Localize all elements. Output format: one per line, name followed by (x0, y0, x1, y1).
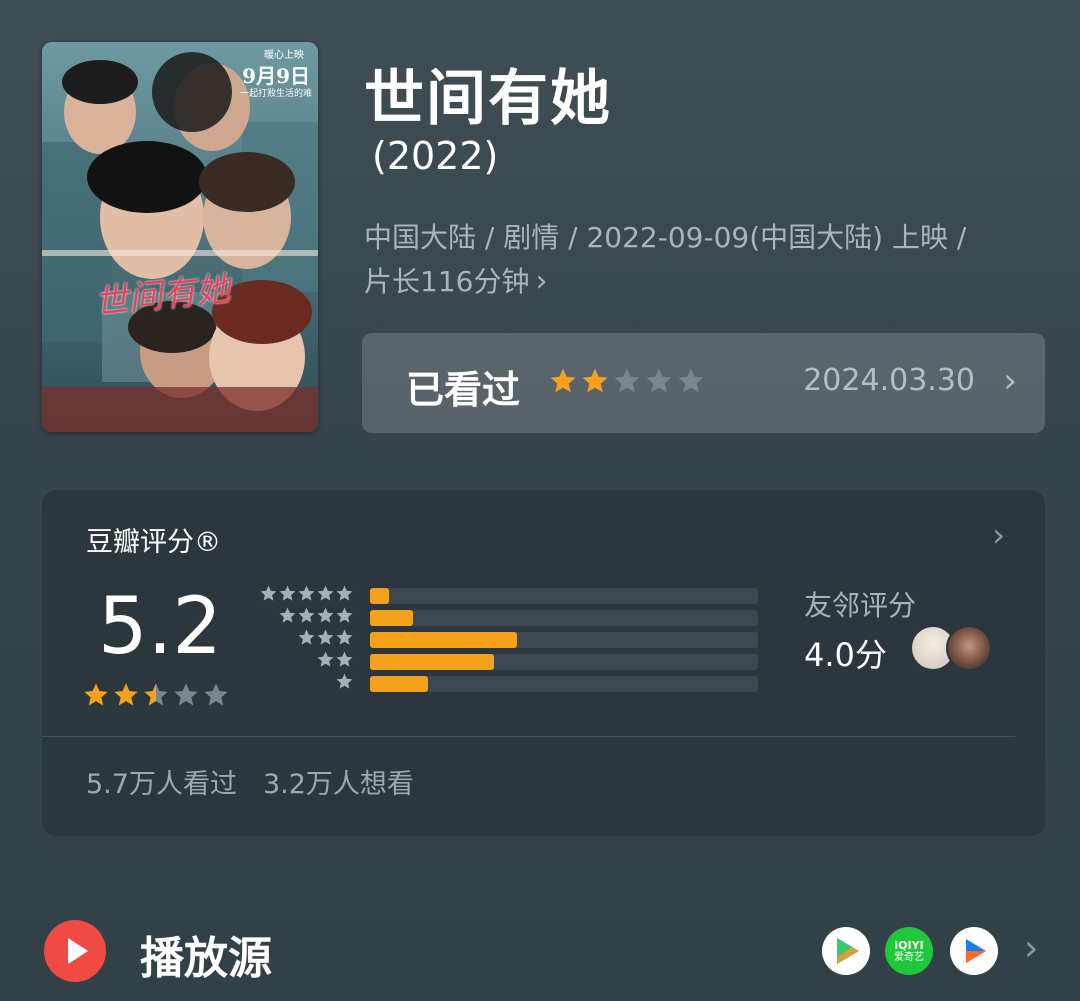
star-icon (114, 683, 138, 706)
watched-count: 5.7万人看过 (86, 769, 237, 800)
meta-line-1: 中国大陆 / 剧情 / 2022-09-09(中国大陆) 上映 / (364, 221, 967, 254)
youku-icon[interactable] (950, 927, 998, 975)
star-icon (174, 683, 198, 706)
star-icon (582, 368, 608, 393)
star-icon (317, 651, 334, 667)
rating-row-3 (258, 628, 758, 650)
rating-row-4 (258, 606, 758, 628)
friends-rating-value: 4.0分 (804, 636, 887, 674)
poster-art (42, 42, 318, 432)
rating-row-5 (258, 584, 758, 606)
star-icon (678, 368, 704, 393)
meta-line-2-wrap: 片长116分钟 › (364, 260, 1044, 304)
movie-title: 世间有她 (364, 64, 612, 134)
rating-row-2 (258, 650, 758, 672)
rating-bar-track (370, 676, 758, 692)
row-stars (254, 628, 354, 651)
tencent-video-icon[interactable] (822, 927, 870, 975)
rating-bar-fill (370, 654, 495, 670)
douban-score: 5.2 (98, 582, 223, 672)
rating-counts: 5.7万人看过 3.2万人想看 (86, 762, 414, 801)
star-icon (336, 585, 353, 601)
star-icon (298, 629, 315, 645)
iqiyi-icon[interactable]: iQIYI 爱奇艺 (885, 927, 933, 975)
star-icon (336, 607, 353, 623)
release-badge-date: 9月9日 (242, 64, 310, 88)
douban-rating-card[interactable]: 豆瓣评分® › 5.2 友邻评分 4.0分 5.7万人看过 3.2万人想看 (42, 490, 1045, 836)
star-icon (336, 673, 353, 689)
rating-bar-track (370, 588, 758, 604)
star-icon (317, 585, 334, 601)
row-stars (254, 672, 354, 695)
star-icon (317, 629, 334, 645)
row-stars (254, 584, 354, 607)
friends-rating-label: 友邻评分 (804, 589, 917, 622)
star-icon (84, 683, 108, 706)
movie-poster[interactable]: 暖心上映 9月9日 一起打败生活的难 世间有她 (42, 42, 318, 432)
row-stars (254, 606, 354, 629)
douban-score-stars (82, 681, 232, 713)
watched-date: 2024.03.30 (803, 363, 975, 398)
divider (42, 736, 1015, 737)
star-icon (336, 629, 353, 645)
douban-rating-header: 豆瓣评分® (86, 527, 221, 558)
chevron-right-icon: › (535, 264, 548, 299)
chevron-right-icon: › (1003, 361, 1017, 401)
star-icon (614, 368, 640, 393)
rating-row-1 (258, 672, 758, 694)
star-icon (298, 585, 315, 601)
star-icon (279, 607, 296, 623)
star-icon (336, 651, 353, 667)
row-stars (254, 650, 354, 673)
star-icon (279, 585, 296, 601)
star-icon (550, 368, 576, 393)
meta-line-2: 片长116分钟 (364, 265, 530, 298)
release-badge-top: 暖心上映 (264, 50, 304, 61)
release-badge-sub: 一起打败生活的难 (239, 89, 312, 99)
star-icon (298, 607, 315, 623)
chevron-right-icon[interactable]: › (1024, 928, 1038, 969)
star-icon (646, 368, 672, 393)
play-icon (44, 920, 106, 982)
rating-distribution (258, 584, 758, 694)
star-icon (317, 607, 334, 623)
rating-bar-fill (370, 632, 518, 648)
play-sources-label: 播放源 (140, 933, 272, 984)
rating-bar-fill (370, 676, 429, 692)
movie-meta[interactable]: 中国大陆 / 剧情 / 2022-09-09(中国大陆) 上映 / 片长116分… (364, 216, 1044, 304)
star-icon (260, 585, 277, 601)
chevron-right-icon[interactable]: › (992, 516, 1005, 554)
friend-avatar[interactable] (946, 625, 992, 671)
rating-bar-fill (370, 610, 413, 626)
star-icon (204, 683, 228, 706)
watched-status-bar[interactable]: 已看过 2024.03.30 › (362, 333, 1045, 433)
user-rating-stars (548, 366, 708, 400)
rating-bar-track (370, 632, 758, 648)
rating-bar-track (370, 610, 758, 626)
star-icon (144, 683, 168, 706)
iqiyi-text-bottom: 爱奇艺 (894, 951, 924, 963)
watched-label: 已看过 (406, 368, 521, 412)
iqiyi-text-top: iQIYI (894, 938, 924, 952)
movie-year: (2022) (372, 134, 499, 178)
rating-bar-fill (370, 588, 390, 604)
want-count: 3.2万人想看 (262, 769, 414, 800)
rating-bar-track (370, 654, 758, 670)
